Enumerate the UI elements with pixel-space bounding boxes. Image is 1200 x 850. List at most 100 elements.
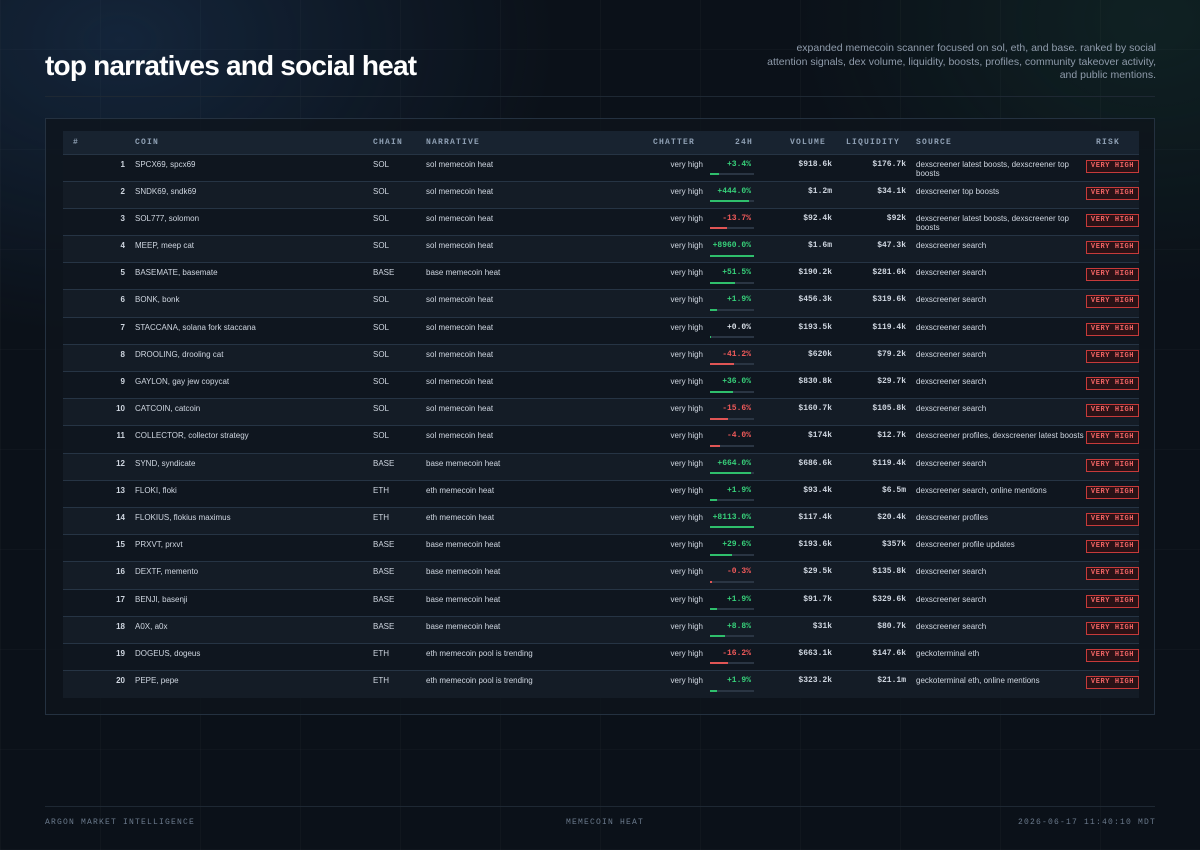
row-chatter: very high bbox=[670, 322, 703, 332]
row-chain: SOL bbox=[373, 241, 390, 251]
row-chain: ETH bbox=[373, 512, 389, 522]
row-coin[interactable]: PRXVT, prxvt bbox=[125, 535, 363, 562]
row-source: dexscreener profiles bbox=[916, 512, 989, 522]
row-coin[interactable]: FLOKI, floki bbox=[125, 480, 363, 507]
row-rank: 4 bbox=[120, 241, 125, 251]
table-row[interactable]: 1 SPCX69, spcx69 SOL sol memecoin heat very … bbox=[63, 154, 1139, 182]
row-narrative: sol memecoin heat bbox=[426, 186, 494, 196]
row-rank: 20 bbox=[116, 676, 125, 686]
column-header-rank[interactable]: # bbox=[63, 131, 125, 154]
row-coin[interactable]: CATCOIN, catcoin bbox=[125, 399, 363, 426]
row-coin[interactable]: SNDK69, sndk69 bbox=[125, 181, 363, 208]
row-chain: SOL bbox=[373, 404, 390, 414]
risk-badge: VERY HIGH bbox=[1086, 159, 1139, 173]
row-coin[interactable]: FLOKIUS, flokius maximus bbox=[125, 507, 363, 534]
row-coin[interactable]: GAYLON, gay jew copycat bbox=[125, 372, 363, 399]
column-header-narrative[interactable]: NARRATIVE bbox=[416, 131, 621, 154]
row-chatter: very high bbox=[670, 377, 703, 386]
row-source: dexscreener search bbox=[916, 377, 987, 386]
row-coin[interactable]: A0X, a0x bbox=[125, 616, 363, 643]
column-header-coin[interactable]: COIN bbox=[125, 131, 363, 154]
row-coin[interactable]: SYND, syndicate bbox=[125, 453, 363, 480]
row-24h-cell: +1.9% bbox=[703, 290, 759, 317]
row-24h-cell: +3.4% bbox=[703, 154, 759, 181]
row-coin[interactable]: BONK, bonk bbox=[125, 290, 363, 317]
table-row[interactable]: 7 STACCANA, solana fork staccana SOL sol me… bbox=[63, 317, 1139, 345]
table-row[interactable]: 14 FLOKIUS, flokius maximus ETH eth memecoi… bbox=[63, 507, 1139, 535]
row-rank: 18 bbox=[116, 621, 125, 631]
table-row[interactable]: 5 BASEMATE, basemate BASE base memecoin hea… bbox=[63, 262, 1139, 290]
row-volume: $29.5k bbox=[803, 567, 832, 577]
column-header-volume[interactable]: VOLUME bbox=[759, 131, 832, 154]
row-24h-change: +51.5% bbox=[722, 268, 751, 278]
row-volume: $117.4k bbox=[798, 512, 832, 522]
column-header-liquidity[interactable]: LIQUIDITY bbox=[832, 131, 906, 154]
table-row[interactable]: 17 BENJI, basenji BASE base memecoin heat ve… bbox=[63, 589, 1139, 617]
row-chain: ETH bbox=[373, 648, 389, 658]
table-row[interactable]: 10 CATCOIN, catcoin SOL sol memecoin heat ve… bbox=[63, 398, 1139, 426]
row-coin[interactable]: DEXTF, memento bbox=[125, 562, 363, 589]
table-row[interactable]: 15 PRXVT, prxvt BASE base memecoin heat very… bbox=[63, 534, 1139, 562]
row-risk-cell: VERY HIGH bbox=[1086, 507, 1139, 534]
row-chatter: very high bbox=[670, 431, 703, 441]
row-coin[interactable]: STACCANA, solana fork staccana bbox=[125, 317, 363, 344]
risk-badge: VERY HIGH bbox=[1086, 431, 1139, 445]
table-row[interactable]: 18 A0X, a0x BASE base memecoin heat very hig… bbox=[63, 616, 1139, 644]
row-24h-bar-fill bbox=[710, 553, 732, 556]
table-row[interactable]: 19 DOGEUS, dogeus ETH eth memecoin pool is … bbox=[63, 643, 1139, 671]
table-row[interactable]: 20 PEPE, pepe ETH eth memecoin pool is tren… bbox=[63, 670, 1139, 698]
row-24h-bar-fill bbox=[710, 526, 754, 529]
page-title: top narratives and social heat bbox=[45, 50, 417, 81]
row-coin[interactable]: DOGEUS, dogeus bbox=[125, 643, 363, 670]
row-rank: 19 bbox=[116, 648, 125, 658]
row-source: dexscreener search bbox=[916, 458, 987, 468]
row-coin[interactable]: PEPE, pepe bbox=[125, 671, 363, 698]
row-24h-bar-fill bbox=[710, 200, 749, 203]
row-24h-bar bbox=[710, 227, 754, 230]
row-chain: SOL bbox=[373, 213, 390, 223]
table-row[interactable]: 12 SYND, syndicate BASE base memecoin heat v… bbox=[63, 453, 1139, 481]
table-row[interactable]: 13 FLOKI, floki ETH eth memecoin heat very h… bbox=[63, 480, 1139, 508]
table-row[interactable]: 6 BONK, bonk SOL sol memecoin heat very high… bbox=[63, 289, 1139, 318]
row-narrative: eth memecoin heat bbox=[426, 512, 495, 522]
row-24h-bar-fill bbox=[710, 662, 729, 665]
row-narrative: base memecoin heat bbox=[426, 458, 501, 468]
row-coin[interactable]: SPCX69, spcx69 bbox=[125, 154, 363, 181]
row-coin[interactable]: DROOLING, drooling cat bbox=[125, 344, 363, 371]
row-risk-cell: VERY HIGH bbox=[1086, 181, 1139, 208]
column-header-source[interactable]: SOURCE bbox=[906, 131, 1086, 154]
table-row[interactable]: 11 COLLECTOR, collector strategy SOL sol me… bbox=[63, 425, 1139, 454]
row-24h-change: -0.3% bbox=[726, 567, 751, 577]
row-24h-change: +8.8% bbox=[726, 621, 751, 631]
risk-badge: VERY HIGH bbox=[1086, 213, 1139, 227]
row-source: dexscreener latest boosts, dexscreener t… bbox=[916, 159, 1069, 179]
row-chain: SOL bbox=[373, 295, 390, 305]
row-chatter: very high bbox=[670, 186, 703, 196]
row-coin[interactable]: SOL777, solomon bbox=[125, 208, 363, 235]
row-24h-bar-fill bbox=[710, 689, 717, 692]
row-volume: $174k bbox=[807, 431, 832, 441]
row-coin[interactable]: COLLECTOR, collector strategy bbox=[125, 426, 363, 453]
table-row[interactable]: 16 DEXTF, memento BASE base memecoin heat ve… bbox=[63, 561, 1139, 589]
row-24h-bar-fill bbox=[710, 635, 725, 638]
column-header-chain[interactable]: CHAIN bbox=[363, 131, 416, 154]
column-header-risk[interactable]: RISK bbox=[1086, 131, 1139, 154]
table-row[interactable]: 8 DROOLING, drooling cat SOL sol memecoin h… bbox=[63, 344, 1139, 372]
row-coin[interactable]: BENJI, basenji bbox=[125, 589, 363, 616]
row-risk-cell: VERY HIGH bbox=[1086, 344, 1139, 371]
table-row[interactable]: 3 SOL777, solomon SOL sol memecoin heat very… bbox=[63, 208, 1139, 236]
risk-badge: VERY HIGH bbox=[1086, 648, 1139, 662]
row-volume: $1.2m bbox=[807, 186, 832, 196]
table-row[interactable]: 4 MEEP, meep cat SOL sol memecoin heat very … bbox=[63, 235, 1139, 263]
row-volume: $663.1k bbox=[798, 648, 832, 658]
table-row[interactable]: 9 GAYLON, gay jew copycat SOL sol memecoin … bbox=[63, 371, 1139, 399]
row-liquidity: $80.7k bbox=[877, 621, 906, 631]
table-row[interactable]: 2 SNDK69, sndk69 SOL sol memecoin heat very … bbox=[63, 181, 1139, 209]
row-coin[interactable]: MEEP, meep cat bbox=[125, 236, 363, 263]
row-24h-cell: -16.2% bbox=[703, 643, 759, 670]
row-coin[interactable]: BASEMATE, basemate bbox=[125, 263, 363, 290]
row-24h-bar-fill bbox=[710, 308, 717, 311]
column-header-chatter[interactable]: CHATTER bbox=[621, 131, 703, 154]
row-24h-bar bbox=[710, 200, 754, 203]
column-header-24h[interactable]: 24H bbox=[703, 131, 759, 154]
